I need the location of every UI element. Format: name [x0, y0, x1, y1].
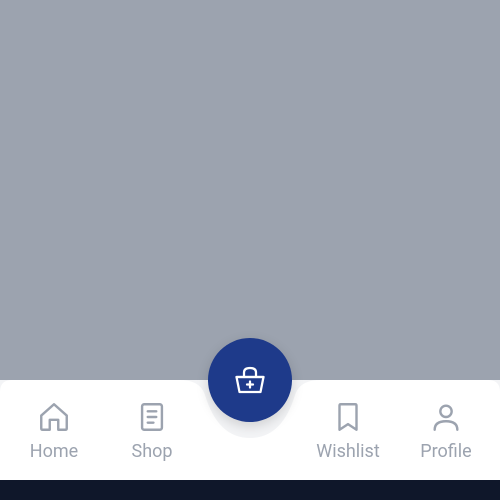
home-icon: [36, 399, 72, 435]
cart-fab-button[interactable]: [208, 338, 292, 422]
nav-label-wishlist: Wishlist: [316, 441, 379, 462]
receipt-icon: [134, 399, 170, 435]
nav-label-home: Home: [30, 441, 78, 462]
bottom-nav: Home Shop Wishlist: [0, 380, 500, 480]
user-icon: [428, 399, 464, 435]
nav-item-shop[interactable]: Shop: [103, 399, 201, 462]
nav-label-profile: Profile: [420, 441, 471, 462]
content-area: [0, 0, 500, 380]
bottom-strip: [0, 480, 500, 500]
nav-item-wishlist[interactable]: Wishlist: [299, 399, 397, 462]
bookmark-icon: [330, 399, 366, 435]
nav-label-shop: Shop: [132, 441, 173, 462]
nav-item-home[interactable]: Home: [5, 399, 103, 462]
nav-item-profile[interactable]: Profile: [397, 399, 495, 462]
basket-plus-icon: [232, 362, 268, 398]
